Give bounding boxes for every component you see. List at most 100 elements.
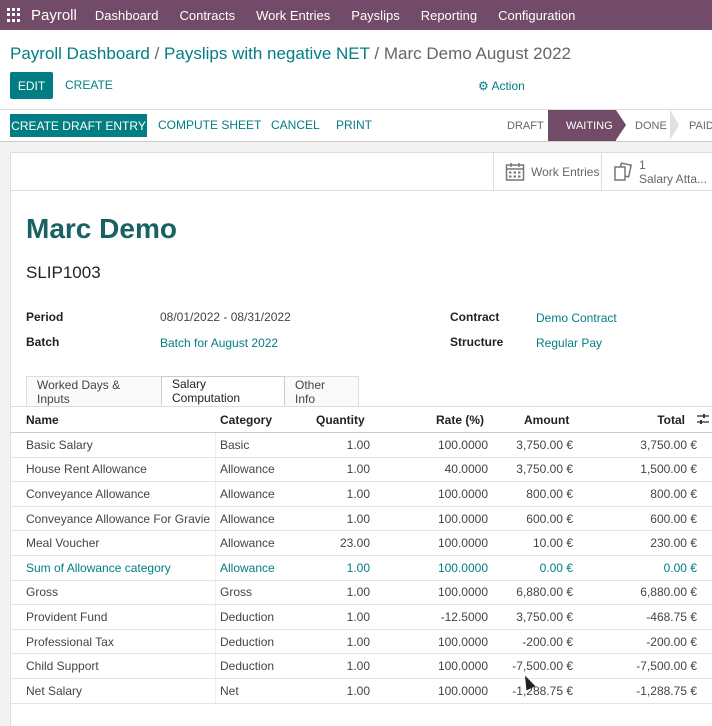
breadcrumb-payroll-dashboard[interactable]: Payroll Dashboard bbox=[10, 44, 150, 63]
cell-category: Allowance bbox=[220, 536, 275, 551]
cell-rate: 100.0000 bbox=[437, 659, 488, 674]
cancel-button[interactable]: CANCEL bbox=[271, 118, 320, 132]
compute-sheet-button[interactable]: COMPUTE SHEET bbox=[158, 118, 261, 132]
col-header-total[interactable]: Total bbox=[657, 413, 685, 427]
create-button[interactable]: CREATE bbox=[65, 78, 113, 92]
col-header-rate[interactable]: Rate (%) bbox=[436, 413, 484, 427]
tab-worked-days[interactable]: Worked Days & Inputs bbox=[26, 376, 162, 406]
table-row[interactable]: Conveyance Allowance Allowance 1.00 100.000… bbox=[11, 482, 712, 507]
nav-payslips[interactable]: Payslips bbox=[351, 8, 399, 23]
cell-total: -1,288.75 € bbox=[636, 683, 697, 698]
cell-name: Gross bbox=[26, 585, 59, 600]
cell-total: 800.00 € bbox=[650, 486, 697, 501]
tab-salary-computation[interactable]: Salary Computation bbox=[161, 376, 285, 406]
column-divider bbox=[215, 482, 216, 506]
breadcrumb: Payroll Dashboard / Payslips with negati… bbox=[10, 44, 571, 64]
cell-name: Provident Fund bbox=[26, 609, 108, 624]
column-divider bbox=[215, 678, 216, 703]
col-header-amount[interactable]: Amount bbox=[524, 413, 569, 427]
stage-waiting[interactable]: WAITING bbox=[548, 110, 616, 141]
column-divider bbox=[215, 457, 216, 482]
cell-quantity: 1.00 bbox=[346, 511, 370, 526]
stage-done[interactable]: DONE bbox=[626, 110, 674, 141]
record-title: Marc Demo bbox=[26, 213, 177, 244]
batch-label: Batch bbox=[26, 335, 60, 349]
table-row[interactable]: Professional Tax Deduction 1.00 100.0000 -20… bbox=[11, 629, 712, 655]
cell-amount: 800.00 € bbox=[526, 486, 573, 501]
table-row[interactable]: Gross Gross 1.00 100.0000 6,880.00 € 6,880.00… bbox=[11, 580, 712, 606]
col-header-category[interactable]: Category bbox=[220, 413, 272, 427]
cell-name: Professional Tax bbox=[26, 634, 114, 649]
top-navbar: Payroll Dashboard Contracts Work Entries… bbox=[0, 0, 712, 30]
nav-contracts[interactable]: Contracts bbox=[179, 8, 235, 23]
cell-amount: -1,288.75 € bbox=[512, 683, 573, 698]
cell-name: Child Support bbox=[26, 659, 99, 674]
table-row[interactable]: Meal Voucher Allowance 23.00 100.0000 10.00 … bbox=[11, 531, 712, 556]
table-row[interactable]: Sum of Allowance category Allowance 1.00 10… bbox=[11, 555, 712, 581]
cell-rate: 100.0000 bbox=[437, 560, 488, 575]
nav-dashboard[interactable]: Dashboard bbox=[95, 8, 159, 23]
table-row[interactable]: Net Salary Net 1.00 100.0000 -1,288.75 € -1,2… bbox=[11, 678, 712, 704]
salary-attachment-smart-button[interactable]: 1 Salary Atta... bbox=[601, 153, 712, 191]
nav-configuration[interactable]: Configuration bbox=[498, 8, 575, 23]
column-divider bbox=[215, 531, 216, 555]
batch-link[interactable]: Batch for August 2022 bbox=[160, 336, 278, 350]
contract-link[interactable]: Demo Contract bbox=[536, 311, 617, 325]
col-header-quantity[interactable]: Quantity bbox=[316, 413, 365, 427]
cell-name: House Rent Allowance bbox=[26, 462, 147, 477]
print-button[interactable]: PRINT bbox=[336, 118, 372, 132]
cell-rate: 100.0000 bbox=[437, 683, 488, 698]
create-draft-entry-button[interactable]: CREATE DRAFT ENTRY bbox=[10, 114, 147, 137]
cell-quantity: 23.00 bbox=[339, 536, 370, 551]
cell-quantity: 1.00 bbox=[346, 560, 370, 575]
apps-menu-icon[interactable] bbox=[7, 8, 21, 22]
cell-quantity: 1.00 bbox=[346, 659, 370, 674]
action-label: Action bbox=[491, 79, 525, 93]
edit-button[interactable]: EDIT bbox=[10, 72, 53, 99]
cell-category: Allowance bbox=[220, 560, 275, 575]
cell-rate: 100.0000 bbox=[437, 585, 488, 600]
cell-amount: 0.00 € bbox=[539, 560, 573, 575]
cell-quantity: 1.00 bbox=[346, 437, 370, 452]
nav-work-entries[interactable]: Work Entries bbox=[256, 8, 330, 23]
structure-link[interactable]: Regular Pay bbox=[536, 336, 602, 350]
column-divider bbox=[215, 506, 216, 531]
column-divider bbox=[215, 433, 216, 457]
control-panel: Payroll Dashboard / Payslips with negati… bbox=[0, 30, 712, 110]
table-row[interactable]: House Rent Allowance Allowance 1.00 40.0000… bbox=[11, 457, 712, 483]
breadcrumb-negative-net[interactable]: Payslips with negative NET bbox=[164, 44, 370, 63]
cell-total: -468.75 € bbox=[646, 609, 697, 624]
cell-total: -200.00 € bbox=[646, 634, 697, 649]
stage-arrow-active bbox=[616, 110, 626, 140]
breadcrumb-separator: / bbox=[149, 44, 165, 63]
cell-category: Deduction bbox=[220, 609, 275, 624]
cell-name: Conveyance Allowance For Gravie bbox=[26, 511, 211, 526]
breadcrumb-current: Marc Demo August 2022 bbox=[383, 44, 571, 63]
calendar-icon bbox=[505, 163, 525, 181]
col-header-name[interactable]: Name bbox=[26, 413, 59, 427]
gear-icon: ⚙ bbox=[478, 79, 489, 93]
stage-divider bbox=[670, 110, 679, 140]
cell-amount: -7,500.00 € bbox=[512, 659, 573, 674]
cell-name: Conveyance Allowance bbox=[26, 486, 151, 501]
tab-other-info[interactable]: Other Info bbox=[284, 376, 359, 406]
table-row[interactable]: Conveyance Allowance For Gravie Allowance… bbox=[11, 506, 712, 532]
table-row[interactable]: Provident Fund Deduction 1.00 -12.5000 3,750… bbox=[11, 605, 712, 630]
cell-amount: 3,750.00 € bbox=[516, 609, 573, 624]
optional-columns-icon[interactable] bbox=[697, 413, 709, 425]
cell-total: 3,750.00 € bbox=[640, 437, 697, 452]
cell-category: Allowance bbox=[220, 462, 275, 477]
stage-paid[interactable]: PAID bbox=[680, 110, 712, 141]
cell-quantity: 1.00 bbox=[346, 634, 370, 649]
table-row[interactable]: Basic Salary Basic 1.00 100.0000 3,750.00 € 3… bbox=[11, 433, 712, 458]
action-menu[interactable]: ⚙ Action bbox=[478, 79, 525, 93]
cell-amount: -200.00 € bbox=[522, 634, 573, 649]
stage-draft[interactable]: DRAFT bbox=[494, 110, 548, 141]
cell-rate: 40.0000 bbox=[444, 462, 488, 477]
cell-rate: 100.0000 bbox=[437, 536, 488, 551]
nav-reporting[interactable]: Reporting bbox=[421, 8, 477, 23]
table-row[interactable]: Child Support Deduction 1.00 100.0000 -7,500… bbox=[11, 654, 712, 679]
salary-attachment-count: 1 bbox=[639, 158, 646, 172]
app-brand[interactable]: Payroll bbox=[31, 7, 77, 24]
work-entries-smart-button[interactable]: Work Entries bbox=[493, 153, 601, 191]
